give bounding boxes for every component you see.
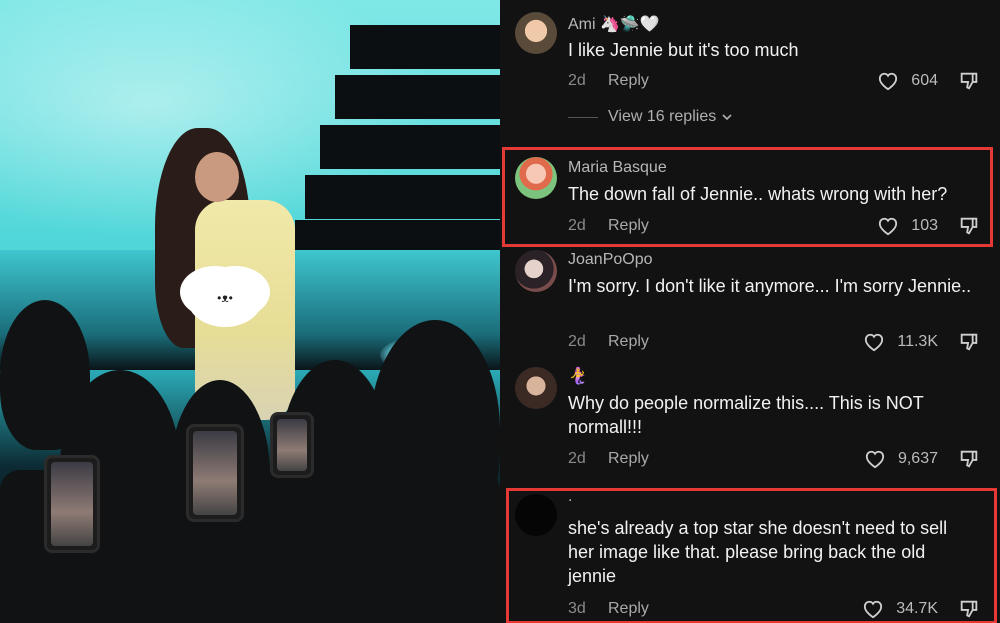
like-group: 9,637 [864, 448, 980, 470]
avatar[interactable] [515, 494, 557, 536]
reply-button[interactable]: Reply [608, 217, 649, 235]
dislike-icon[interactable] [958, 215, 980, 237]
view-replies-button[interactable]: View 16 replies [568, 108, 734, 126]
heart-icon[interactable] [862, 599, 884, 619]
like-count: 11.3K [897, 333, 938, 350]
reply-button[interactable]: Reply [608, 450, 649, 468]
view-replies-label: View 16 replies [608, 108, 717, 125]
comment-text: I'm sorry. I don't like it anymore... I'… [568, 276, 972, 296]
performer-face [195, 152, 239, 202]
like-group: 11.3K [863, 331, 980, 353]
like-group: 604 [877, 70, 980, 92]
dislike-icon[interactable] [958, 598, 980, 620]
comments-panel: Ami 🦄🛸🤍 I like Jennie but it's too much … [500, 0, 1000, 623]
comment-time: 2d [568, 217, 586, 234]
avatar[interactable] [515, 367, 557, 409]
comment-username[interactable]: JoanPoOpo [568, 251, 653, 269]
comment-username[interactable]: Maria Basque [568, 159, 667, 177]
comment-username[interactable]: 🧜‍♀️ [568, 366, 588, 386]
reply-button[interactable]: Reply [608, 333, 649, 351]
reply-button[interactable]: Reply [608, 72, 649, 90]
dislike-icon[interactable] [958, 448, 980, 470]
heart-icon[interactable] [864, 449, 886, 469]
comment-text: Why do people normalize this.... This is… [568, 393, 924, 437]
dislike-icon[interactable] [958, 331, 980, 353]
avatar[interactable] [515, 157, 557, 199]
chevron-down-icon [722, 114, 732, 121]
avatar[interactable] [515, 250, 557, 292]
comment-text: I like Jennie but it's too much [568, 40, 799, 60]
reply-button[interactable]: Reply [608, 600, 649, 618]
heart-icon[interactable] [877, 216, 899, 236]
comment-time: 2d [568, 72, 586, 89]
comment-username[interactable]: . [568, 488, 572, 506]
like-count: 604 [911, 72, 938, 89]
like-count: 34.7K [896, 600, 938, 617]
comment-time: 2d [568, 450, 586, 467]
phone-3 [270, 412, 314, 478]
stage-stairs [295, 0, 500, 260]
concert-photo: •ᴥ• [0, 0, 500, 623]
like-group: 103 [877, 215, 980, 237]
heart-icon[interactable] [863, 332, 885, 352]
phone-2 [186, 424, 244, 522]
dislike-icon[interactable] [958, 70, 980, 92]
like-count: 9,637 [897, 450, 938, 467]
phone-1 [44, 455, 100, 553]
like-count: 103 [911, 217, 938, 234]
comment-time: 2d [568, 333, 586, 350]
comment-time: 3d [568, 600, 586, 617]
like-group: 34.7K [862, 598, 980, 620]
heart-icon[interactable] [877, 71, 899, 91]
comment-text: she's already a top star she doesn't nee… [568, 518, 948, 586]
comment-username[interactable]: Ami 🦄🛸🤍 [568, 14, 660, 34]
avatar[interactable] [515, 12, 557, 54]
comment-text: The down fall of Jennie.. whats wrong wi… [568, 184, 948, 204]
